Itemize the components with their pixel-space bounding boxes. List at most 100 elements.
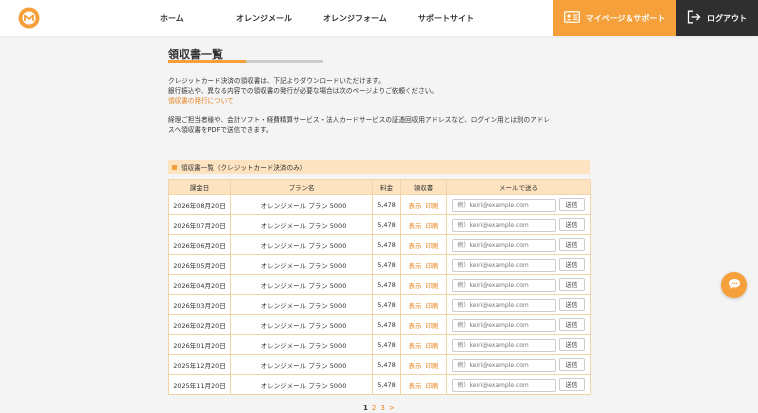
send-button[interactable]: 送信 [558,317,585,331]
print-receipt-link[interactable]: 印刷 [426,242,439,250]
row-plan: オレンジメール プラン 5000 [230,194,373,215]
page-link-2[interactable]: 2 [372,404,376,412]
send-button[interactable]: 送信 [558,357,585,371]
row-price: 5,478 [372,294,401,315]
send-button[interactable]: 送信 [558,217,585,231]
view-receipt-link[interactable]: 表示 [409,382,422,390]
send-button[interactable]: 送信 [558,277,585,291]
intro-line-1: クレジットカード決済の領収書は、下記よりダウンロードいただけます。 [168,77,385,85]
logout-label: ログアウト [707,13,747,23]
email-field[interactable] [452,198,557,212]
print-receipt-link[interactable]: 印刷 [426,202,439,210]
print-receipt-link[interactable]: 印刷 [426,382,439,390]
nav-orange-form[interactable]: オレンジフォーム [323,0,387,36]
table-row: 2026年06月20日オレンジメール プラン 50005,478表示印刷 送信 [168,234,591,255]
send-button[interactable]: 送信 [558,237,585,251]
print-receipt-link[interactable]: 印刷 [426,262,439,270]
chat-button[interactable] [721,272,747,298]
row-date: 2026年07月20日 [168,214,231,235]
table-row: 2025年11月20日オレンジメール プラン 50005,478表示印刷 送信 [168,374,591,395]
print-receipt-link[interactable]: 印刷 [426,362,439,370]
view-receipt-link[interactable]: 表示 [409,302,422,310]
row-email-send: 送信 [446,254,591,275]
view-receipt-link[interactable]: 表示 [409,222,422,230]
row-price: 5,478 [372,334,401,355]
top-header: ホーム オレンジメール オレンジフォーム サポートサイト マイページ＆サポート … [0,0,758,36]
row-date: 2026年03月20日 [168,294,231,315]
send-button[interactable]: 送信 [558,257,585,271]
send-button[interactable]: 送信 [558,337,585,351]
row-receipt-actions: 表示 印刷 [400,374,447,395]
view-receipt-link[interactable]: 表示 [409,262,422,270]
email-field[interactable] [452,258,557,272]
email-field[interactable] [452,218,557,232]
row-email-send: 送信 [446,214,591,235]
row-price: 5,478 [372,374,401,395]
receipts-table: 課金日 プラン名 料金 領収書 メールで送る 2026年08月20日 オレンジメー… [168,179,591,395]
col-header-receipt: 領収書 [400,179,447,195]
view-receipt-link[interactable]: 表示 [409,202,422,210]
email-field[interactable] [452,238,557,252]
print-receipt-link[interactable]: 印刷 [426,342,439,350]
info-line-2: スへ領収書をPDFで送信できます。 [168,125,273,134]
row-date: 2026年01月20日 [168,334,231,355]
row-date: 2026年05月20日 [168,254,231,275]
row-email-send: 送信 [446,274,591,295]
row-plan: オレンジメール プラン 5000 [230,334,373,355]
page-link-3[interactable]: 3 [380,404,384,412]
mypage-support-label: マイページ＆サポート [585,13,666,23]
view-receipt-link[interactable]: 表示 [409,322,422,330]
view-receipt-link[interactable]: 表示 [409,282,422,290]
email-field[interactable] [452,318,557,332]
table-row: 2026年08月20日オレンジメール プラン 50005,478表示印刷 送信 [168,194,591,215]
logout-button[interactable]: ログアウト [676,0,758,36]
nav-orange-mail[interactable]: オレンジメール [236,0,292,36]
row-email-send: 送信 [446,314,591,335]
nav-home[interactable]: ホーム [160,0,184,36]
print-receipt-link[interactable]: 印刷 [426,222,439,230]
row-receipt-actions: 表示 印刷 [400,194,447,215]
row-plan: オレンジメール プラン 5000 [230,214,373,235]
row-receipt-actions: 表示 印刷 [400,334,447,355]
row-email-send: 送信 [446,294,591,315]
send-button[interactable]: 送信 [558,197,585,211]
mypage-support-button[interactable]: マイページ＆サポート [553,0,676,36]
email-field[interactable] [452,358,557,372]
table-header-row: 課金日 プラン名 料金 領収書 メールで送る [168,179,591,195]
row-receipt-actions: 表示 印刷 [400,294,447,315]
table-row: 2026年03月20日オレンジメール プラン 50005,478表示印刷 送信 [168,294,591,315]
pagination: 1 2 3 > [363,404,395,412]
orange-logo-icon[interactable] [18,7,40,29]
email-field[interactable] [452,378,557,392]
col-header-email: メールで送る [446,179,591,195]
send-button[interactable]: 送信 [558,377,585,391]
row-email-send: 送信 [446,194,591,215]
print-receipt-link[interactable]: 印刷 [426,282,439,290]
email-field[interactable] [452,278,557,292]
col-header-price: 料金 [372,179,401,195]
intro-line-2: 銀行振込や、異なる内容での領収書の発行が必要な場合は次のページよりご依頼ください… [168,86,438,95]
row-price: 5,478 [372,354,401,375]
view-receipt-link[interactable]: 表示 [409,242,422,250]
id-card-icon [563,11,580,25]
print-receipt-link[interactable]: 印刷 [426,322,439,330]
send-button[interactable]: 送信 [558,297,585,311]
table-row: 2026年05月20日オレンジメール プラン 50005,478表示印刷 送信 [168,254,591,275]
view-receipt-link[interactable]: 表示 [409,362,422,370]
print-receipt-link[interactable]: 印刷 [426,302,439,310]
row-date: 2025年12月20日 [168,354,231,375]
email-field[interactable] [452,298,557,312]
row-date: 2026年04月20日 [168,274,231,295]
email-field[interactable] [452,338,557,352]
receipt-issue-link[interactable]: 領収書の発行について [168,97,598,107]
row-receipt-actions: 表示 印刷 [400,214,447,235]
row-price: 5,478 [372,254,401,275]
row-email-send: 送信 [446,354,591,375]
row-plan: オレンジメール プラン 5000 [230,294,373,315]
page-next[interactable]: > [389,404,395,412]
view-receipt-link[interactable]: 表示 [409,342,422,350]
nav-support-site[interactable]: サポートサイト [418,0,474,36]
row-price: 5,478 [372,314,401,335]
row-plan: オレンジメール プラン 5000 [230,374,373,395]
logout-icon [687,10,701,26]
